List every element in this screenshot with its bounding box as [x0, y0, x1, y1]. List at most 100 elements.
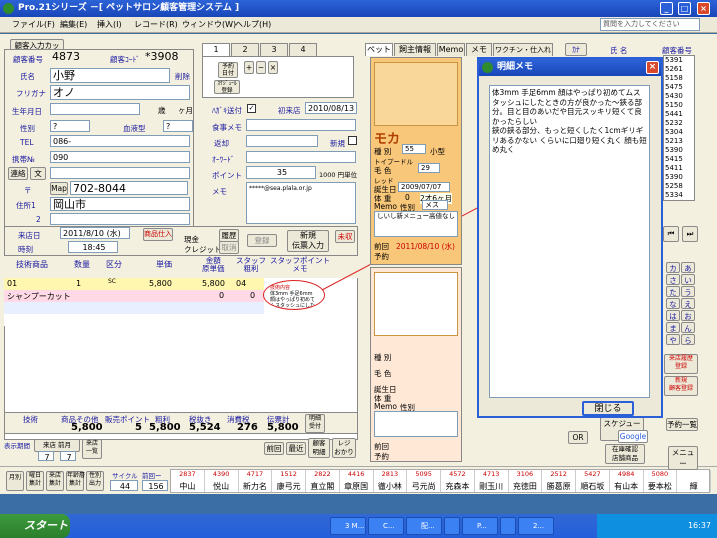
goods-purchase-button[interactable]: 商品仕入: [143, 228, 173, 241]
staff-name[interactable]: 中山: [171, 481, 205, 492]
staff-code[interactable]: 2837: [171, 470, 205, 481]
tab-page-1[interactable]: 1: [202, 43, 230, 56]
staff-code[interactable]: 1512: [272, 470, 306, 481]
taskbar-item-2[interactable]: C...: [368, 517, 404, 535]
staff-name[interactable]: 輝: [677, 481, 711, 492]
dm-checkbox[interactable]: ✓: [247, 104, 256, 113]
kana-index-button[interactable]: さ: [666, 274, 680, 285]
staff-code[interactable]: 5080: [644, 470, 678, 481]
list-item[interactable]: 5334: [665, 191, 683, 200]
taskbar-item-3[interactable]: 配...: [406, 517, 442, 535]
new-checkbox[interactable]: [348, 136, 357, 145]
kana-index-button[interactable]: た: [666, 286, 680, 297]
list-item[interactable]: 5415: [665, 155, 683, 164]
kana-field[interactable]: オノ: [50, 85, 190, 100]
list-item[interactable]: 5232: [665, 119, 683, 128]
pet1-color[interactable]: 29: [418, 163, 440, 173]
remove-button[interactable]: −: [256, 61, 266, 74]
kana-index-button[interactable]: や: [666, 334, 680, 345]
birthday-field[interactable]: [50, 103, 140, 115]
tab-owner-info[interactable]: 飼主情報: [394, 43, 436, 56]
menu-window[interactable]: ウィンドウ(W): [182, 19, 236, 30]
list-item[interactable]: 5150: [665, 101, 683, 110]
gender-select[interactable]: ?: [50, 120, 90, 132]
list-item[interactable]: 5391: [665, 56, 683, 65]
pet2-memo[interactable]: [374, 411, 458, 437]
detail-receipt-button[interactable]: 明細 受付: [305, 414, 325, 433]
staff-name[interactable]: 勝葛原: [542, 481, 576, 492]
weekday-report-button[interactable]: 曜日 集計: [26, 471, 44, 491]
add-button[interactable]: +: [244, 61, 254, 74]
staff-code[interactable]: 4390: [205, 470, 239, 481]
nav-last-button[interactable]: ⏭: [682, 226, 698, 242]
kana-index-button[interactable]: あ: [681, 262, 695, 273]
memo-dialog-close-icon[interactable]: ×: [646, 61, 659, 74]
schedule-register-button[interactable]: ｽｹｼﾞｭｰﾙ 登録: [214, 80, 240, 94]
help-search-input[interactable]: 質問を入力してください: [600, 18, 700, 31]
month-field[interactable]: 7: [60, 451, 76, 462]
menu-edit[interactable]: 編集(E): [60, 19, 87, 30]
week-field[interactable]: 7: [38, 451, 54, 462]
gender-output-button[interactable]: 性別 出力: [86, 471, 104, 491]
menu-help[interactable]: ヘルプ(H): [235, 19, 271, 30]
staff-name[interactable]: 充森本: [441, 481, 475, 492]
kana-index-button[interactable]: カ: [666, 262, 680, 273]
tab-page-4[interactable]: 4: [289, 43, 317, 56]
history-cancel-button[interactable]: 取消: [219, 241, 239, 254]
staff-name[interactable]: 剛玉川: [475, 481, 509, 492]
staff-code[interactable]: 4984: [610, 470, 644, 481]
staff-code[interactable]: 4717: [239, 470, 273, 481]
name-field[interactable]: 小野: [50, 68, 170, 83]
tab-memo-en[interactable]: Memo: [437, 43, 465, 56]
meal-memo-field[interactable]: [246, 119, 356, 131]
new-customer-register-button[interactable]: 新規 顧客登録: [664, 376, 698, 396]
kana-index-button[interactable]: ま: [666, 322, 680, 333]
visit-report-button[interactable]: 来店 集計: [46, 471, 64, 491]
map-button[interactable]: Map: [50, 182, 68, 195]
reserve-date-button[interactable]: 予約 日付: [218, 62, 238, 78]
table-row[interactable]: 01 1 SC 5,800 5,800 04: [4, 278, 264, 290]
tab-page-2[interactable]: 2: [231, 43, 259, 56]
pet1-birthday[interactable]: 2009/07/07: [398, 182, 450, 192]
list-item[interactable]: 5390: [665, 146, 683, 155]
staff-name[interactable]: 章原国: [340, 481, 374, 492]
keyword-field[interactable]: [246, 151, 356, 163]
list-item[interactable]: 5261: [665, 65, 683, 74]
staff-code[interactable]: 2512: [542, 470, 576, 481]
staff-name[interactable]: 直立閣: [306, 481, 340, 492]
minimize-button[interactable]: _: [660, 2, 673, 15]
staff-name[interactable]: 要本松: [644, 481, 678, 492]
blood-select[interactable]: ?: [163, 120, 193, 132]
return-field[interactable]: [246, 135, 318, 147]
tab-page-3[interactable]: 3: [260, 43, 288, 56]
table-row[interactable]: [4, 302, 264, 314]
mail-button[interactable]: 文: [30, 167, 46, 180]
staff-code[interactable]: 4713: [475, 470, 509, 481]
staff-code[interactable]: 5427: [576, 470, 610, 481]
memo-dialog-text[interactable]: 体3mm 手足6mm 顔はやっぱり初めてムスタッシュにしたときの方が良かった～鋏…: [489, 85, 650, 398]
clear-button[interactable]: ×: [268, 61, 278, 74]
start-button[interactable]: スタート: [0, 514, 70, 538]
list-item[interactable]: 5158: [665, 74, 683, 83]
list-item[interactable]: 5441: [665, 110, 683, 119]
menu-button[interactable]: メニュー: [668, 446, 698, 470]
staff-name[interactable]: 新力名: [239, 481, 273, 492]
reservation-list-button[interactable]: 予約一覧: [666, 418, 698, 431]
taskbar-item-7[interactable]: 2...: [518, 517, 554, 535]
list-item[interactable]: 5390: [665, 173, 683, 182]
staff-name[interactable]: 充徳田: [509, 481, 543, 492]
right-header-button[interactable]: ｶﾅ: [565, 43, 587, 56]
google-button[interactable]: Google: [618, 430, 648, 443]
kana-index-button[interactable]: う: [681, 286, 695, 297]
kana-index-button[interactable]: は: [666, 310, 680, 321]
first-visit-field[interactable]: 2010/08/13: [305, 102, 357, 114]
kana-index-button[interactable]: ら: [681, 334, 695, 345]
latest-button[interactable]: 最近: [286, 442, 306, 455]
customer-code-field[interactable]: *3908: [143, 50, 191, 65]
visit-history-button[interactable]: 来店履歴 登録: [664, 354, 698, 374]
visit-date-field[interactable]: 2011/8/10 (水): [60, 227, 130, 239]
monthly-report-button[interactable]: 月別: [6, 471, 24, 491]
list-item[interactable]: 5430: [665, 92, 683, 101]
memo-close-button[interactable]: 閉じる: [582, 401, 634, 416]
taskbar-item-4[interactable]: [444, 517, 460, 535]
